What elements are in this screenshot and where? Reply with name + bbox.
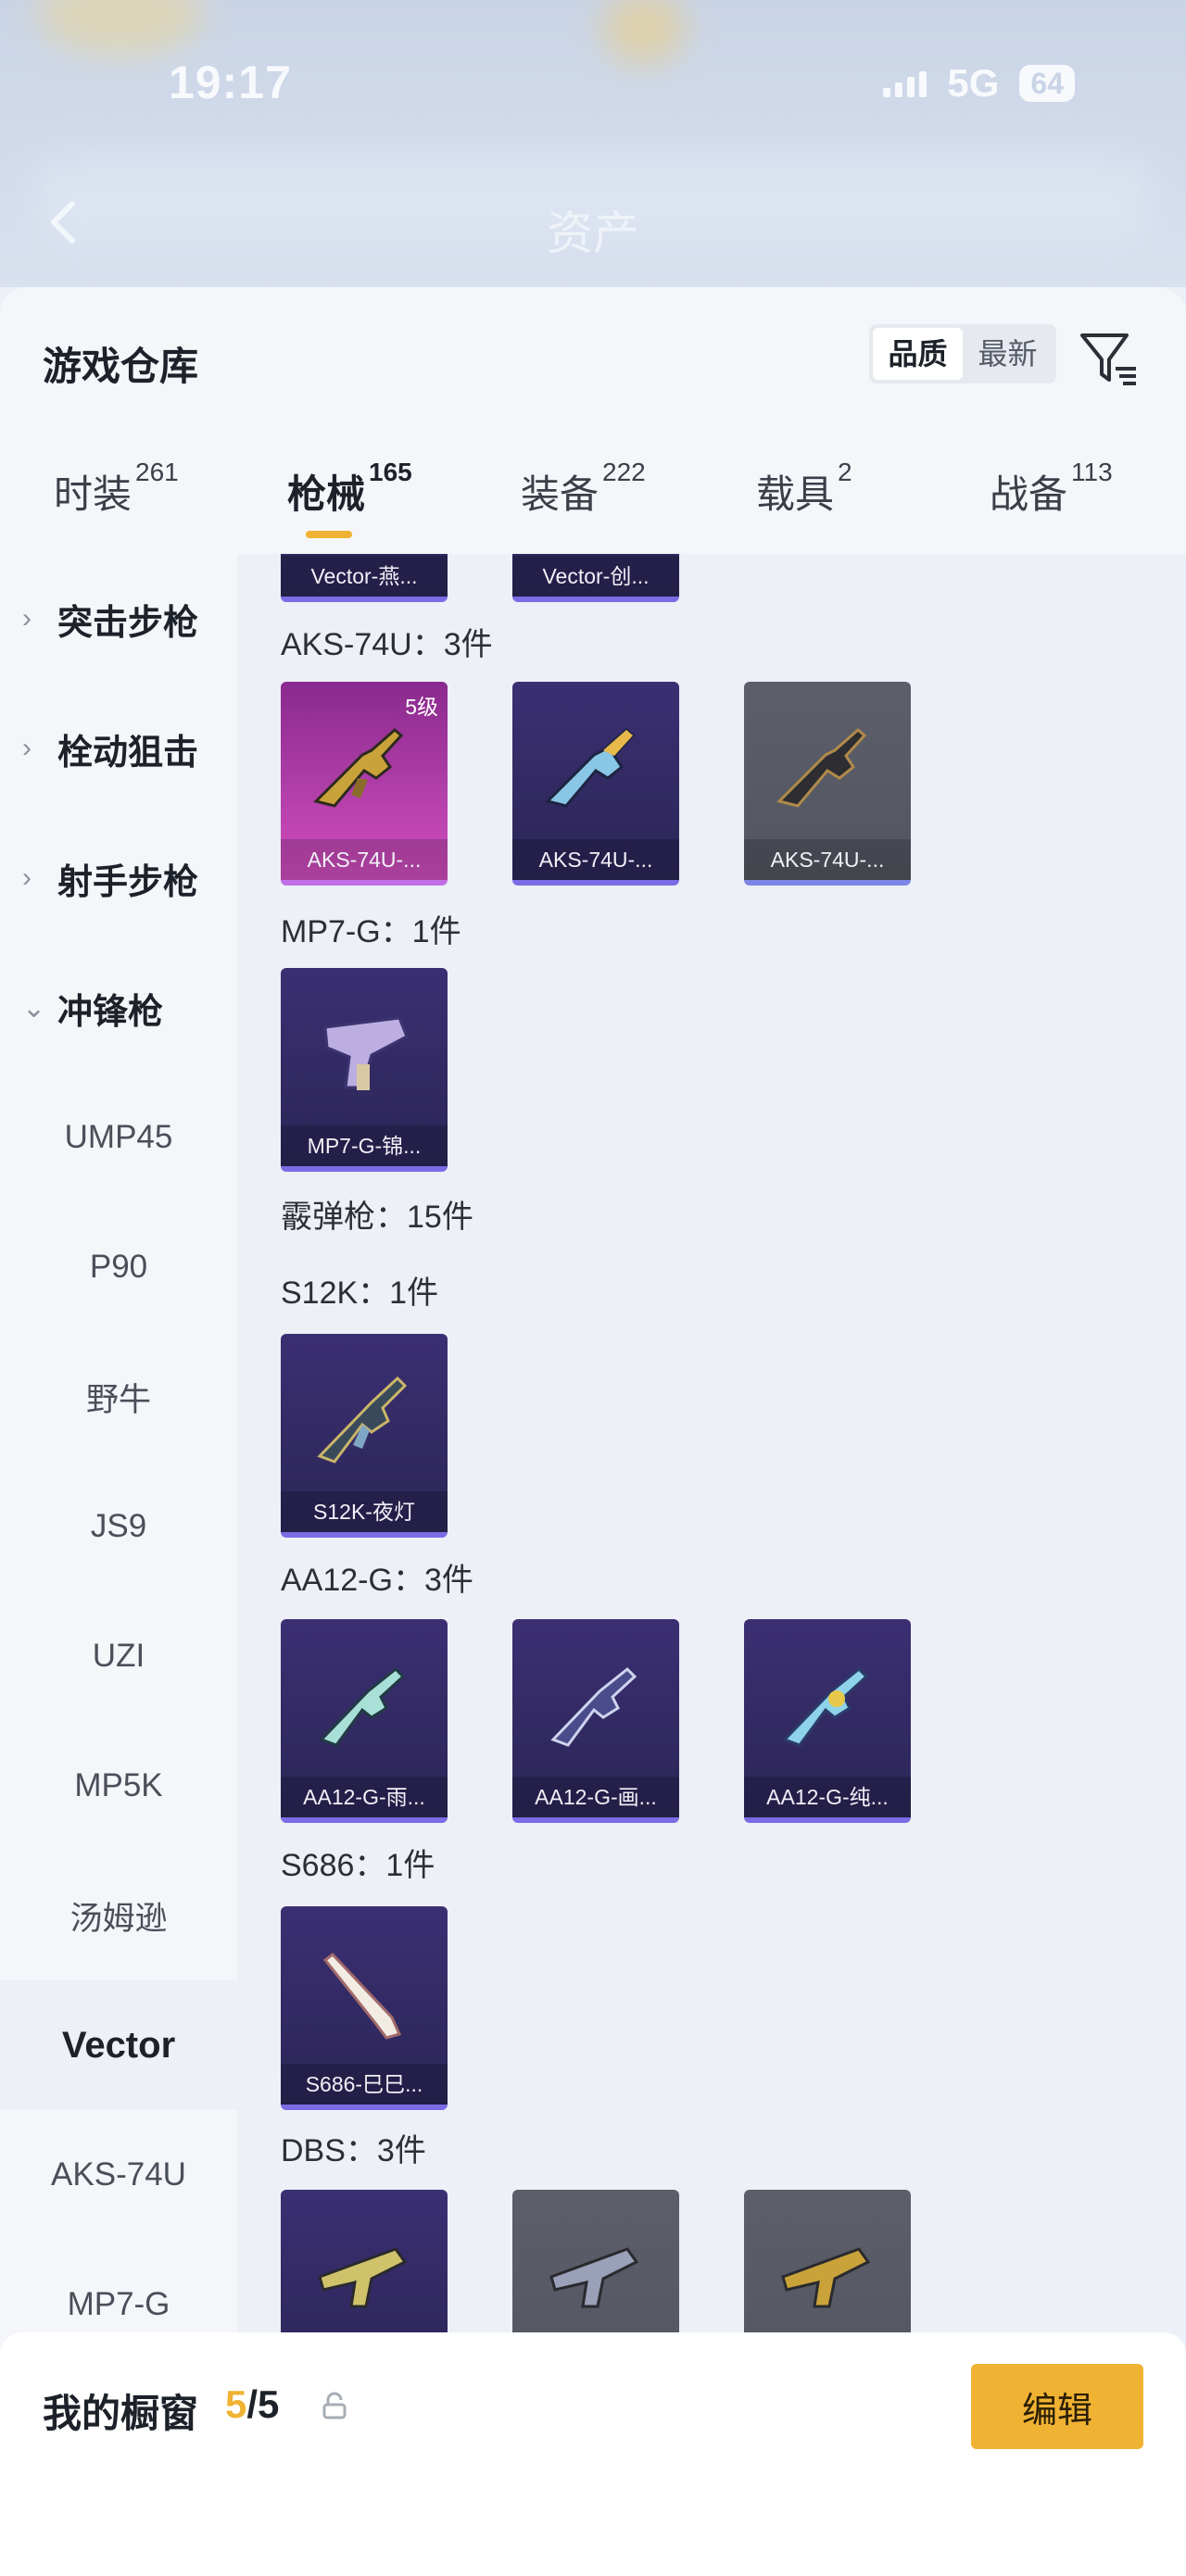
showcase-bar: 我的橱窗 5/5 编辑 <box>0 2332 1186 2576</box>
weapon-card[interactable]: AKS-74U-... <box>512 682 679 886</box>
weapon-card[interactable]: Vector-创... <box>512 554 679 602</box>
sidebar-item-marksman-rifle[interactable]: › 射手步枪 <box>0 813 237 943</box>
chevron-down-icon: ⌄ <box>22 992 46 1024</box>
status-time: 19:17 <box>169 57 292 108</box>
weapon-card-label: AA12-G-画... <box>512 1777 679 1817</box>
network-label: 5G <box>947 61 1000 105</box>
sort-toggle: 品质 最新 <box>869 324 1056 383</box>
warehouse-sheet: 游戏仓库 品质 最新 时装261 枪械165 装备222 载具2 战备113 ›… <box>0 287 1186 2576</box>
sidebar-subitem[interactable]: UMP45 <box>0 1073 237 1202</box>
tab-vehicles[interactable]: 载具2 <box>756 458 852 520</box>
group-title: MP7-G：1件 <box>281 914 461 949</box>
group-title: S686：1件 <box>281 1848 435 1883</box>
active-tab-indicator <box>306 531 352 538</box>
shotgun-icon <box>318 2247 408 2308</box>
group-title: 霰弹枪：15件 <box>281 1200 473 1235</box>
weapon-card[interactable]: AA12-G-纯... <box>744 1619 911 1823</box>
shotgun-icon <box>781 2247 871 2308</box>
sidebar-item-smg[interactable]: ⌄ 冲锋枪 <box>0 943 237 1073</box>
group-title: S12K：1件 <box>281 1275 439 1311</box>
rifle-icon <box>776 728 867 808</box>
group-title: AKS-74U：3件 <box>281 627 493 662</box>
tab-costume[interactable]: 时装261 <box>54 458 179 520</box>
sidebar-subitem-selected[interactable]: Vector <box>0 1980 237 2110</box>
shotgun-icon <box>782 1666 869 1747</box>
shotgun-icon <box>317 1376 408 1464</box>
weapon-card-label: Vector-创... <box>512 556 679 597</box>
sidebar-subitem[interactable]: JS9 <box>0 1462 237 1591</box>
sidebar-subitem[interactable]: 汤姆逊 <box>0 1851 237 1980</box>
weapon-card[interactable]: MP7-G-锦... <box>281 968 448 1172</box>
rifle-icon <box>545 728 636 808</box>
weapon-card[interactable]: S12K-夜灯 <box>281 1334 448 1538</box>
sidebar-item-assault-rifle[interactable]: › 突击步枪 <box>0 554 237 684</box>
sheet-title: 游戏仓库 <box>43 345 199 388</box>
shotgun-icon <box>322 1952 402 2040</box>
weapon-card[interactable]: AKS-74U-... <box>744 682 911 886</box>
weapon-card[interactable]: AA12-G-画... <box>512 1619 679 1823</box>
blur-decoration <box>37 0 204 56</box>
rifle-icon <box>313 728 404 808</box>
chevron-right-icon: › <box>22 862 32 893</box>
weapon-card-label: MP7-G-锦... <box>281 1125 448 1166</box>
smg-icon <box>323 1016 409 1090</box>
battery-icon: 64 <box>1019 65 1075 102</box>
sort-newest-button[interactable]: 最新 <box>963 328 1053 380</box>
weapon-category-sidebar: › 突击步枪 › 栓动狙击 › 射手步枪 ⌄ 冲锋枪 UMP45 P90 野牛 JS9 … <box>0 554 237 2576</box>
weapon-card-label: AKS-74U-... <box>744 839 911 880</box>
weapon-card[interactable]: 5级 AKS-74U-... <box>281 682 448 886</box>
shotgun-icon <box>319 1666 406 1747</box>
chevron-right-icon: › <box>22 603 32 634</box>
header-title: 资产 <box>547 207 639 259</box>
back-icon[interactable] <box>37 195 93 250</box>
shotgun-icon <box>549 2247 639 2308</box>
group-title: AA12-G：3件 <box>281 1563 473 1598</box>
sort-quality-button[interactable]: 品质 <box>873 328 963 380</box>
lock-icon <box>322 2392 347 2419</box>
tab-supplies[interactable]: 战备113 <box>990 458 1113 520</box>
sidebar-subitem[interactable]: MP5K <box>0 1721 237 1851</box>
sidebar-subitem[interactable]: 野牛 <box>0 1332 237 1462</box>
filter-icon[interactable] <box>1079 328 1140 389</box>
status-header-backdrop: 19:17 5G 64 资产 <box>0 0 1186 287</box>
edit-button[interactable]: 编辑 <box>971 2364 1143 2449</box>
blur-decoration <box>602 0 686 65</box>
sidebar-subitem[interactable]: P90 <box>0 1202 237 1332</box>
weapon-card-label: AKS-74U-... <box>281 839 448 880</box>
weapon-card-label: AA12-G-雨... <box>281 1777 448 1817</box>
group-title: DBS：3件 <box>281 2133 426 2168</box>
sidebar-subitem[interactable]: AKS-74U <box>0 2110 237 2240</box>
shotgun-icon <box>550 1666 637 1747</box>
sidebar-item-bolt-sniper[interactable]: › 栓动狙击 <box>0 684 237 813</box>
weapon-card-label: AA12-G-纯... <box>744 1777 911 1817</box>
weapon-card-label: S686-巳巳... <box>281 2064 448 2105</box>
showcase-label: 我的橱窗 <box>43 2392 199 2435</box>
weapon-card[interactable]: Vector-燕... <box>281 554 448 602</box>
status-icons: 5G 64 <box>883 61 1075 106</box>
weapon-card-label: AKS-74U-... <box>512 839 679 880</box>
weapon-grid: Vector-燕... Vector-创... AKS-74U：3件 5级 AK… <box>237 554 1186 2576</box>
tab-equipment[interactable]: 装备222 <box>521 458 646 520</box>
signal-icon <box>883 69 927 97</box>
weapon-card-label: Vector-燕... <box>281 556 448 597</box>
showcase-count: 5/5 <box>225 2382 280 2426</box>
weapon-card[interactable]: S686-巳巳... <box>281 1906 448 2110</box>
weapon-card[interactable]: AA12-G-雨... <box>281 1619 448 1823</box>
category-tabs: 时装261 枪械165 装备222 载具2 战备113 <box>0 458 1186 556</box>
sidebar-subitem[interactable]: UZI <box>0 1591 237 1721</box>
chevron-right-icon: › <box>22 733 32 763</box>
weapon-card-label: S12K-夜灯 <box>281 1491 448 1532</box>
tab-firearms[interactable]: 枪械165 <box>287 458 412 520</box>
